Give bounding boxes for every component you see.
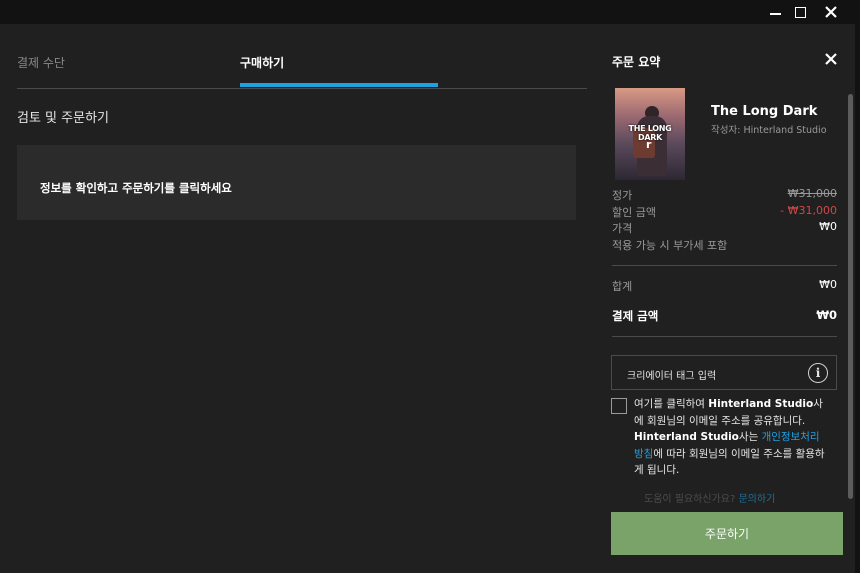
discount-row: 할인 금액 - ₩31,000 bbox=[612, 204, 837, 220]
subtotal-row: 합계 ₩0 bbox=[612, 278, 837, 294]
checkout-main: 결제 수단 구매하기 검토 및 주문하기 정보를 확인하고 주문하기를 클릭하세… bbox=[0, 24, 599, 573]
instruction-box: 정보를 확인하고 주문하기를 클릭하세요 bbox=[17, 145, 576, 220]
discount-value: - ₩31,000 bbox=[780, 204, 837, 217]
game-title: The Long Dark bbox=[711, 104, 818, 119]
game-studio: 작성자: Hinterland Studio bbox=[711, 125, 827, 136]
consent-text-part: 에 따라 회원님의 이메일 주소를 활용하게 됩니다. bbox=[634, 447, 825, 477]
list-price-value: ₩31,000 bbox=[787, 187, 837, 200]
list-price-row: 정가 ₩31,000 bbox=[612, 187, 837, 203]
subtotal-value: ₩0 bbox=[819, 278, 837, 291]
help-label: 도움이 필요하신가요? bbox=[644, 494, 739, 505]
maximize-icon[interactable] bbox=[790, 3, 810, 21]
consent-text-part: 여기를 클릭하여 bbox=[634, 398, 709, 410]
checkout-tabs: 결제 수단 구매하기 bbox=[17, 24, 587, 89]
help-text: 도움이 필요하신가요? 문의하기 bbox=[644, 490, 775, 505]
close-icon[interactable] bbox=[821, 3, 841, 21]
order-summary-panel: 주문 요약 THE LONG DARK r The Long Dark 작성자:… bbox=[599, 24, 855, 573]
price-label: 가격 bbox=[612, 222, 633, 235]
consent-studio-name: Hinterland Studio bbox=[708, 398, 814, 410]
tax-note: 적용 가능 시 부가세 포함 bbox=[612, 239, 728, 252]
price-value: ₩0 bbox=[819, 220, 837, 233]
creator-tag-input[interactable]: 크리에이터 태그 입력 i bbox=[611, 355, 837, 390]
divider bbox=[612, 265, 837, 266]
list-price-label: 정가 bbox=[612, 189, 633, 202]
scrollbar-thumb[interactable] bbox=[848, 94, 853, 499]
info-icon[interactable]: i bbox=[808, 363, 828, 383]
game-cover-image: THE LONG DARK r bbox=[615, 88, 685, 180]
active-tab-indicator bbox=[240, 83, 438, 87]
total-value: ₩0 bbox=[816, 308, 837, 322]
subtotal-label: 합계 bbox=[612, 280, 633, 293]
total-row: 결제 금액 ₩0 bbox=[612, 308, 837, 324]
email-share-consent-text: 여기를 클릭하여 Hinterland Studio사에 회원님의 이메일 주소… bbox=[634, 396, 829, 479]
creator-tag-placeholder: 크리에이터 태그 입력 bbox=[627, 371, 717, 382]
tab-payment-method[interactable]: 결제 수단 bbox=[17, 54, 65, 71]
order-summary-title: 주문 요약 bbox=[612, 55, 661, 69]
price-row: 가격 ₩0 bbox=[612, 220, 837, 236]
total-label: 결제 금액 bbox=[612, 309, 659, 323]
place-order-button[interactable]: 주문하기 bbox=[611, 512, 843, 555]
consent-text-part: 사는 bbox=[738, 431, 762, 443]
minimize-icon[interactable] bbox=[765, 3, 785, 21]
section-title: 검토 및 주문하기 bbox=[17, 111, 109, 126]
close-icon[interactable] bbox=[822, 50, 840, 68]
tab-purchase[interactable]: 구매하기 bbox=[240, 54, 284, 71]
title-bar bbox=[0, 0, 860, 24]
email-share-checkbox[interactable] bbox=[611, 398, 627, 414]
instruction-text: 정보를 확인하고 주문하기를 클릭하세요 bbox=[40, 181, 232, 195]
divider bbox=[612, 336, 837, 337]
contact-link[interactable]: 문의하기 bbox=[738, 494, 775, 505]
consent-studio-name: Hinterland Studio bbox=[634, 431, 739, 443]
discount-label: 할인 금액 bbox=[612, 206, 656, 219]
